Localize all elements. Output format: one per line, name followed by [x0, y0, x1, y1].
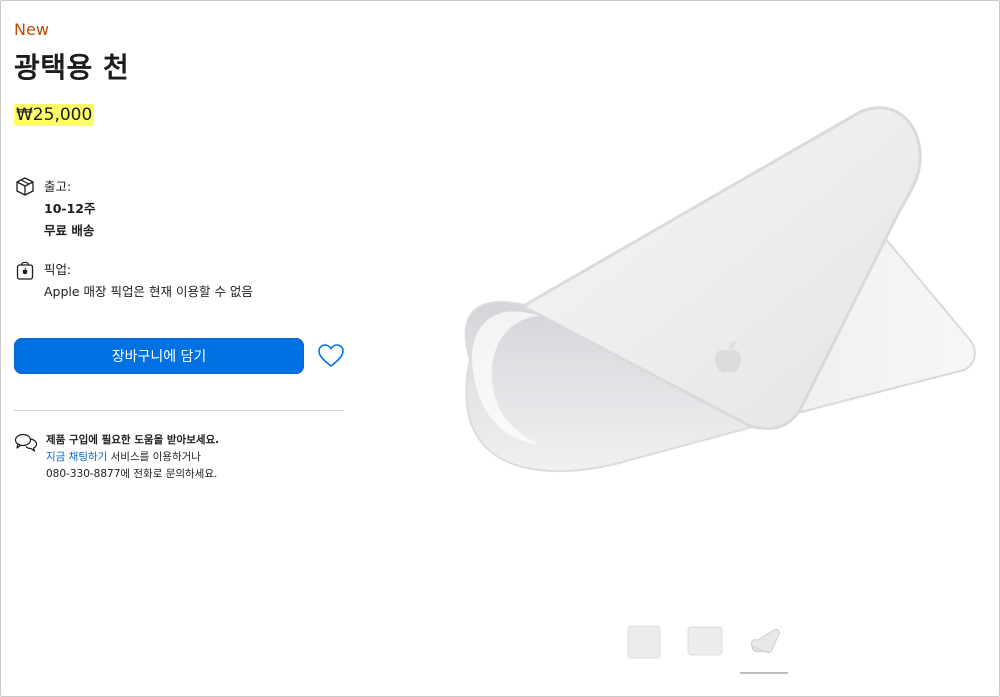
- chat-bubbles-icon: [14, 432, 38, 452]
- divider: [14, 410, 344, 411]
- product-price: ₩25,000: [14, 104, 95, 126]
- box-icon: [14, 176, 36, 198]
- help-chat-suffix: 서비스를 이용하거나: [107, 451, 201, 463]
- shipping-info: 출고: 10-12주 무료 배송: [14, 176, 95, 242]
- new-badge: New: [14, 20, 49, 39]
- add-to-bag-button[interactable]: 장바구니에 담기: [14, 338, 304, 374]
- chat-now-link[interactable]: 지금 채팅하기: [46, 451, 107, 463]
- image-thumbnails: [620, 618, 800, 674]
- help-phone-line: 080-330-8877에 전화로 문의하세요.: [46, 468, 218, 480]
- product-title: 광택용 천: [14, 51, 130, 84]
- shipping-label: 출고:: [44, 179, 72, 194]
- pickup-label: 픽업:: [44, 262, 72, 277]
- thumbnail-2[interactable]: [680, 618, 728, 666]
- pickup-status: Apple 매장 픽업은 현재 이용할 수 없음: [44, 284, 253, 299]
- shipping-cost: 무료 배송: [44, 223, 95, 238]
- help-chat-line: 지금 채팅하기 서비스를 이용하거나: [46, 449, 219, 466]
- pickup-info: 픽업: Apple 매장 픽업은 현재 이용할 수 없음: [14, 259, 253, 303]
- shopping-bag-icon: [14, 259, 36, 281]
- product-image: [430, 80, 990, 520]
- heart-icon[interactable]: [316, 341, 346, 371]
- shipping-time: 10-12주: [44, 201, 96, 216]
- help-heading: 제품 구입에 필요한 도움을 받아보세요.: [46, 434, 220, 446]
- thumbnail-3[interactable]: [740, 618, 788, 674]
- thumbnail-1[interactable]: [620, 618, 668, 666]
- help-section: 제품 구입에 필요한 도움을 받아보세요. 지금 채팅하기 서비스를 이용하거나…: [14, 432, 219, 483]
